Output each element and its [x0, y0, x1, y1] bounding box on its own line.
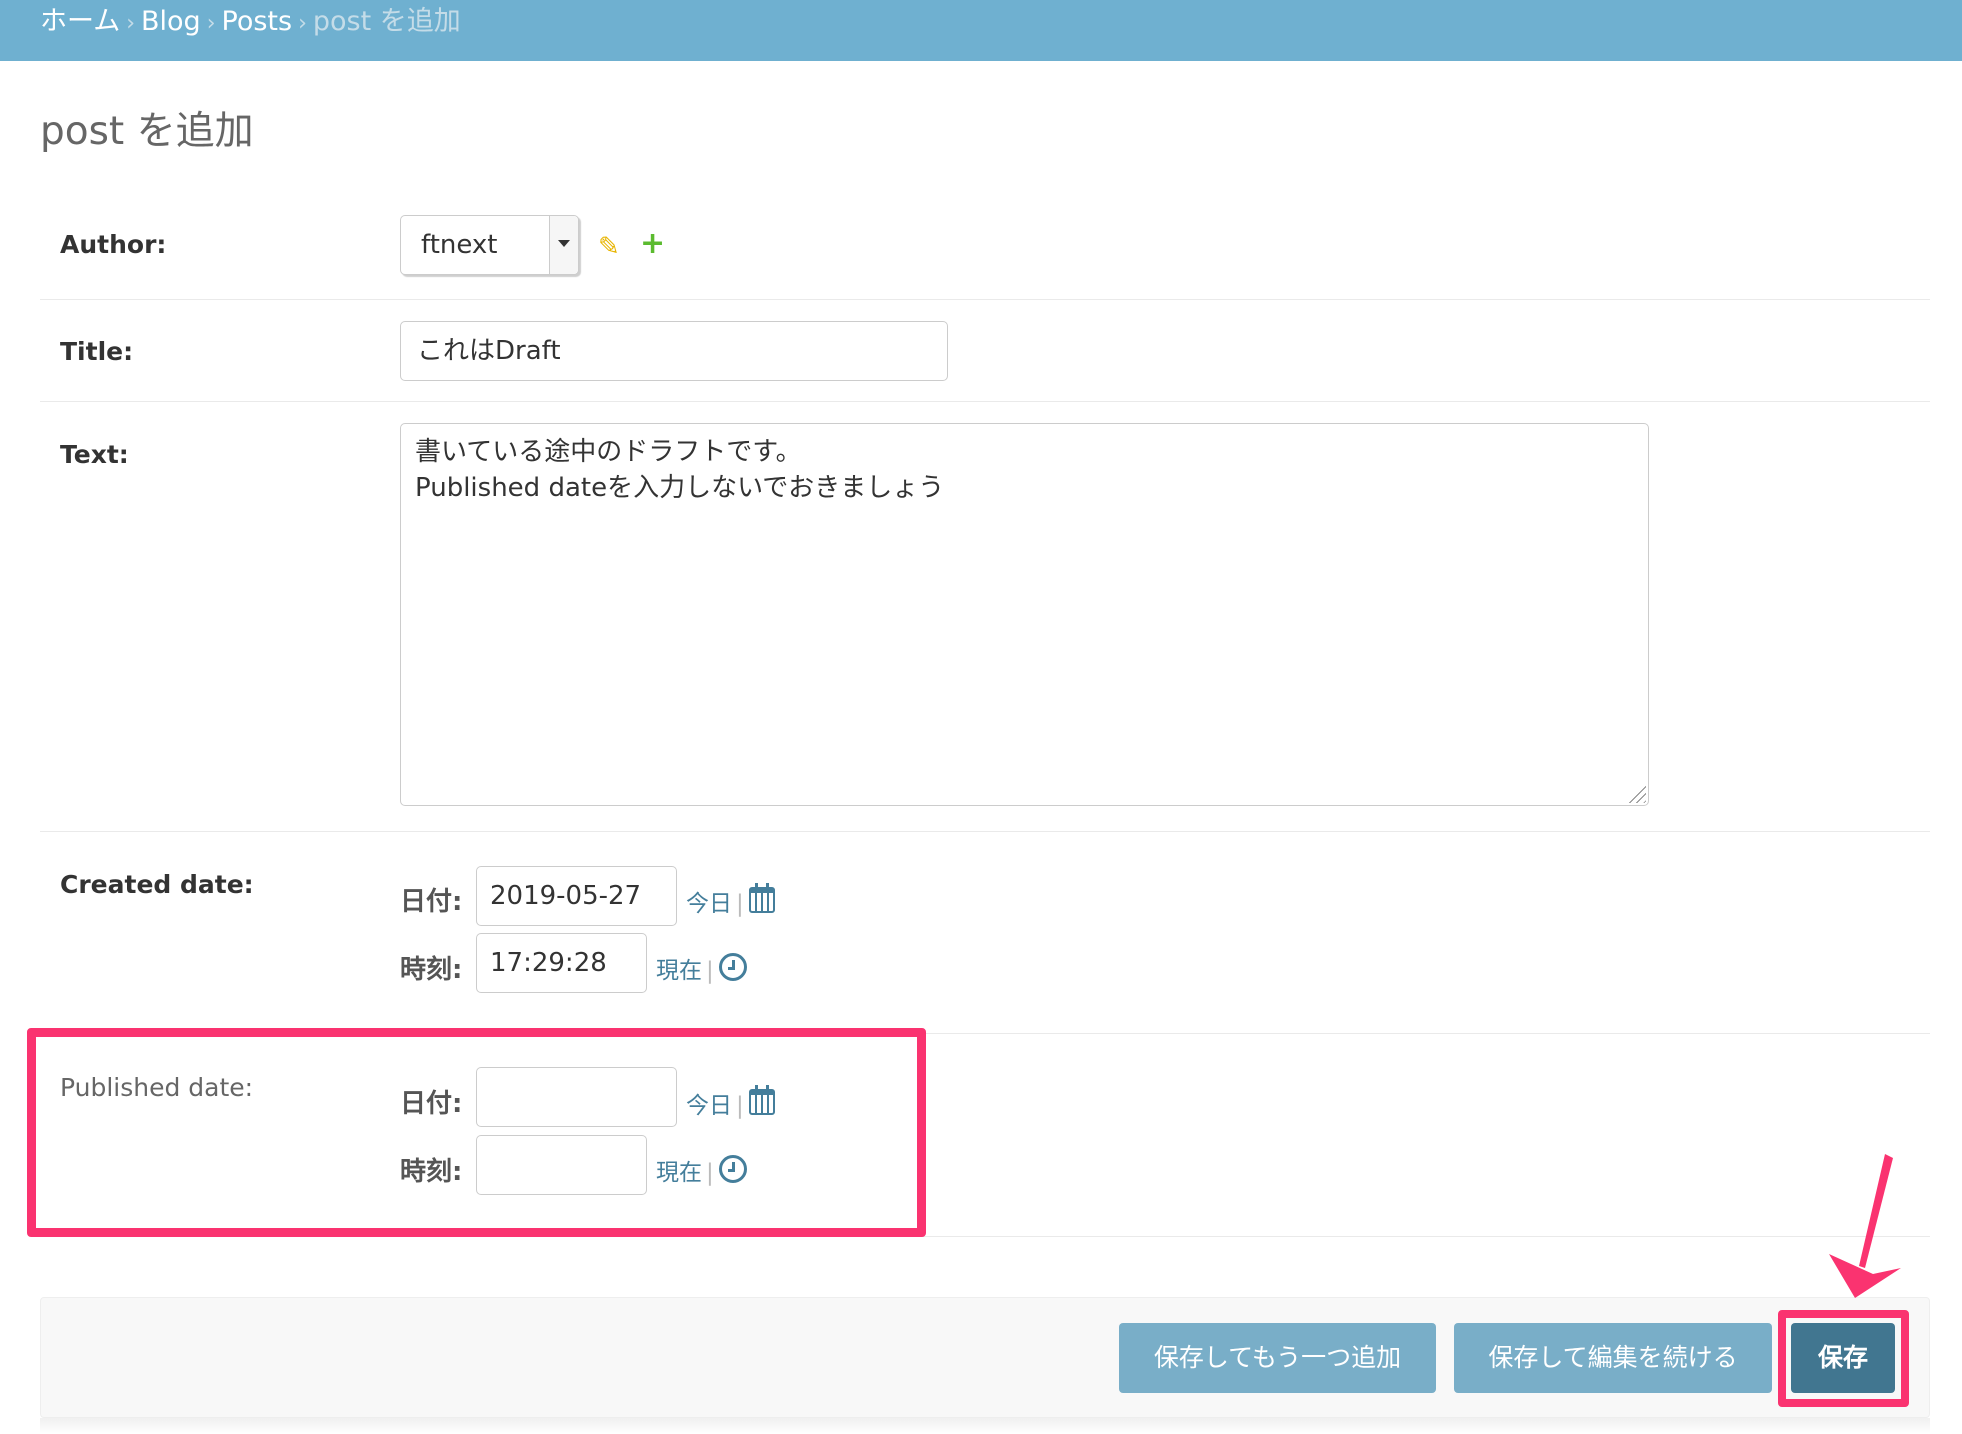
pencil-icon[interactable]: ✎: [598, 232, 620, 262]
shortcut-separator: |: [736, 891, 744, 917]
created-now-link[interactable]: 現在: [656, 958, 702, 984]
row-divider: [40, 401, 1930, 402]
created-time-shortcuts: 現在 |: [656, 951, 718, 985]
breadcrumb-separator: ›: [206, 11, 216, 36]
clock-icon[interactable]: [719, 953, 747, 981]
breadcrumb-posts[interactable]: Posts: [222, 6, 293, 37]
page-title: post を追加: [40, 109, 254, 154]
author-selected-value: ftnext: [421, 230, 498, 260]
text-line: 書いている途中のドラフトです。: [415, 437, 802, 467]
title-input[interactable]: これはDraft: [400, 321, 948, 381]
created-date-input[interactable]: 2019-05-27: [476, 866, 677, 926]
text-textarea[interactable]: 書いている途中のドラフトです。 Published dateを入力しないでおきま…: [400, 423, 1649, 806]
annotation-save-highlight: [1778, 1310, 1909, 1407]
shortcut-separator: |: [706, 958, 714, 984]
annotation-highlight-box: [27, 1028, 926, 1237]
row-divider: [40, 831, 1930, 832]
text-line: Published dateを入力しないでおきましょう: [415, 473, 945, 503]
save-and-continue-button[interactable]: 保存して編集を続ける: [1454, 1323, 1772, 1393]
created-time-label: 時刻:: [400, 955, 463, 985]
breadcrumb: ホーム › Blog › Posts › post を追加: [0, 0, 1962, 61]
breadcrumb-blog[interactable]: Blog: [141, 6, 201, 37]
created-date-day-label: 日付:: [400, 887, 463, 917]
created-time-input[interactable]: 17:29:28: [476, 933, 647, 993]
text-label: Text:: [60, 440, 129, 469]
author-select[interactable]: ftnext: [400, 215, 579, 275]
breadcrumb-current: post を追加: [312, 6, 461, 37]
created-date-shortcuts: 今日 |: [686, 884, 748, 918]
chevron-down-icon[interactable]: [549, 216, 578, 274]
author-label: Author:: [60, 230, 167, 259]
title-label: Title:: [60, 337, 134, 366]
breadcrumb-separator: ›: [298, 11, 307, 36]
plus-icon[interactable]: +: [640, 229, 665, 259]
footer-shadow: [40, 1418, 1930, 1434]
resize-handle-icon[interactable]: [1624, 781, 1646, 803]
breadcrumb-home[interactable]: ホーム: [40, 6, 120, 37]
created-today-link[interactable]: 今日: [686, 891, 732, 917]
annotation-arrow-icon: [1829, 1154, 1901, 1298]
row-divider: [40, 299, 1930, 300]
breadcrumb-separator: ›: [126, 11, 136, 36]
calendar-icon[interactable]: [749, 883, 775, 913]
created-date-label: Created date:: [60, 870, 254, 899]
save-and-add-another-button[interactable]: 保存してもう一つ追加: [1119, 1323, 1436, 1393]
